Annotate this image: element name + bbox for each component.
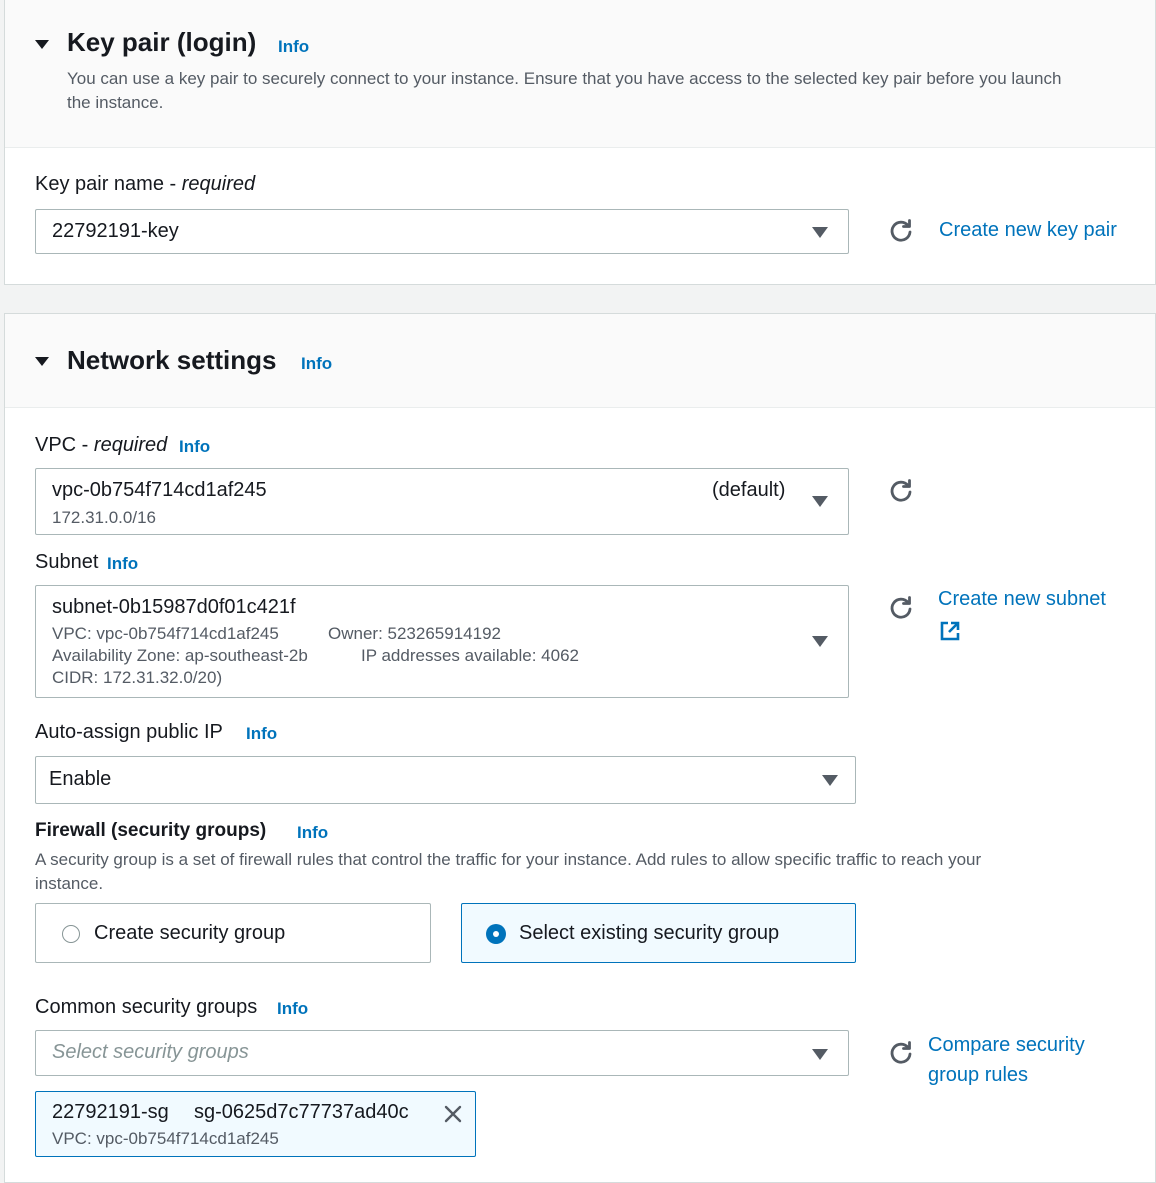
- select-existing-security-group-label: Select existing security group: [519, 922, 780, 944]
- external-link-icon[interactable]: [939, 620, 961, 642]
- vpc-label: VPC - required: [35, 434, 168, 456]
- network-settings-info-link[interactable]: Info: [301, 354, 332, 374]
- auto-assign-ip-select[interactable]: Enable: [35, 756, 856, 804]
- chevron-down-icon: [812, 227, 828, 238]
- firewall-description-line2: instance.: [35, 874, 104, 893]
- network-settings-title: Network settings: [67, 345, 277, 375]
- vpc-selected-value: vpc-0b754f714cd1af245: [52, 479, 267, 501]
- token-vpc: VPC: vpc-0b754f714cd1af245: [52, 1129, 279, 1148]
- vpc-select[interactable]: vpc-0b754f714cd1af245 172.31.0.0/16 (def…: [35, 468, 849, 535]
- select-existing-security-group-option[interactable]: Select existing security group: [461, 903, 856, 963]
- collapse-caret-icon[interactable]: [35, 40, 49, 49]
- token-group-id: sg-0625d7c77737ad40c: [194, 1101, 409, 1123]
- firewall-label: Firewall (security groups): [35, 820, 267, 841]
- collapse-caret-icon[interactable]: [35, 357, 49, 366]
- auto-assign-ip-info-link[interactable]: Info: [246, 724, 277, 744]
- network-settings-panel: Network settings Info VPC - required Inf…: [4, 313, 1156, 1183]
- key-pair-selected-value: 22792191-key: [52, 220, 179, 242]
- subnet-cidr: CIDR: 172.31.32.0/20): [52, 668, 223, 687]
- security-groups-placeholder: Select security groups: [52, 1041, 249, 1063]
- common-security-groups-label: Common security groups: [35, 996, 258, 1018]
- refresh-icon[interactable]: [888, 218, 914, 244]
- selected-security-group-token: 22792191-sg sg-0625d7c77737ad40c VPC: vp…: [35, 1091, 476, 1157]
- vpc-cidr: 172.31.0.0/16: [52, 508, 156, 527]
- create-security-group-label: Create security group: [94, 922, 286, 944]
- key-pair-title: Key pair (login): [67, 27, 257, 57]
- subnet-info-link[interactable]: Info: [107, 554, 138, 574]
- refresh-icon[interactable]: [888, 1040, 914, 1066]
- refresh-icon[interactable]: [888, 478, 914, 504]
- token-group-name: 22792191-sg: [52, 1101, 169, 1123]
- vpc-default-tag: (default): [712, 479, 786, 501]
- key-pair-select[interactable]: 22792191-key: [35, 209, 849, 254]
- key-pair-description-line2: the instance.: [67, 93, 164, 112]
- chevron-down-icon: [822, 775, 838, 786]
- create-subnet-link[interactable]: Create new subnet: [938, 588, 1106, 611]
- create-key-pair-link[interactable]: Create new key pair: [939, 219, 1117, 242]
- auto-assign-ip-label: Auto-assign public IP: [35, 721, 223, 743]
- refresh-icon[interactable]: [888, 595, 914, 621]
- create-security-group-option[interactable]: Create security group: [35, 903, 431, 963]
- key-pair-name-label: Key pair name - required: [35, 173, 256, 195]
- subnet-vpc: VPC: vpc-0b754f714cd1af245: [52, 624, 279, 643]
- security-groups-multiselect[interactable]: Select security groups: [35, 1030, 849, 1076]
- key-pair-panel: Key pair (login) Info You can use a key …: [4, 0, 1156, 285]
- firewall-description-line1: A security group is a set of firewall ru…: [35, 850, 982, 869]
- chevron-down-icon: [812, 636, 828, 647]
- vpc-info-link[interactable]: Info: [179, 437, 210, 457]
- key-pair-description-line1: You can use a key pair to securely conne…: [67, 69, 1062, 88]
- compare-security-group-rules-link-line2[interactable]: group rules: [928, 1064, 1028, 1087]
- radio-selected-dot: [493, 931, 499, 937]
- subnet-availability-zone: Availability Zone: ap-southeast-2b: [52, 646, 308, 665]
- subnet-ip-addresses: IP addresses available: 4062: [361, 646, 580, 665]
- firewall-info-link[interactable]: Info: [297, 823, 328, 843]
- key-pair-info-link[interactable]: Info: [278, 37, 309, 57]
- common-security-groups-info-link[interactable]: Info: [277, 999, 308, 1019]
- compare-security-group-rules-link-line1[interactable]: Compare security: [928, 1034, 1085, 1057]
- subnet-selected-value: subnet-0b15987d0f01c421f: [52, 596, 296, 618]
- auto-assign-ip-value: Enable: [49, 768, 112, 790]
- subnet-label: Subnet: [35, 551, 99, 573]
- chevron-down-icon: [812, 1049, 828, 1060]
- subnet-owner: Owner: 523265914192: [328, 624, 501, 643]
- subnet-select[interactable]: subnet-0b15987d0f01c421f VPC: vpc-0b754f…: [35, 585, 849, 698]
- chevron-down-icon: [812, 496, 828, 507]
- close-icon[interactable]: [443, 1104, 463, 1124]
- radio-unselected-icon[interactable]: [62, 925, 80, 943]
